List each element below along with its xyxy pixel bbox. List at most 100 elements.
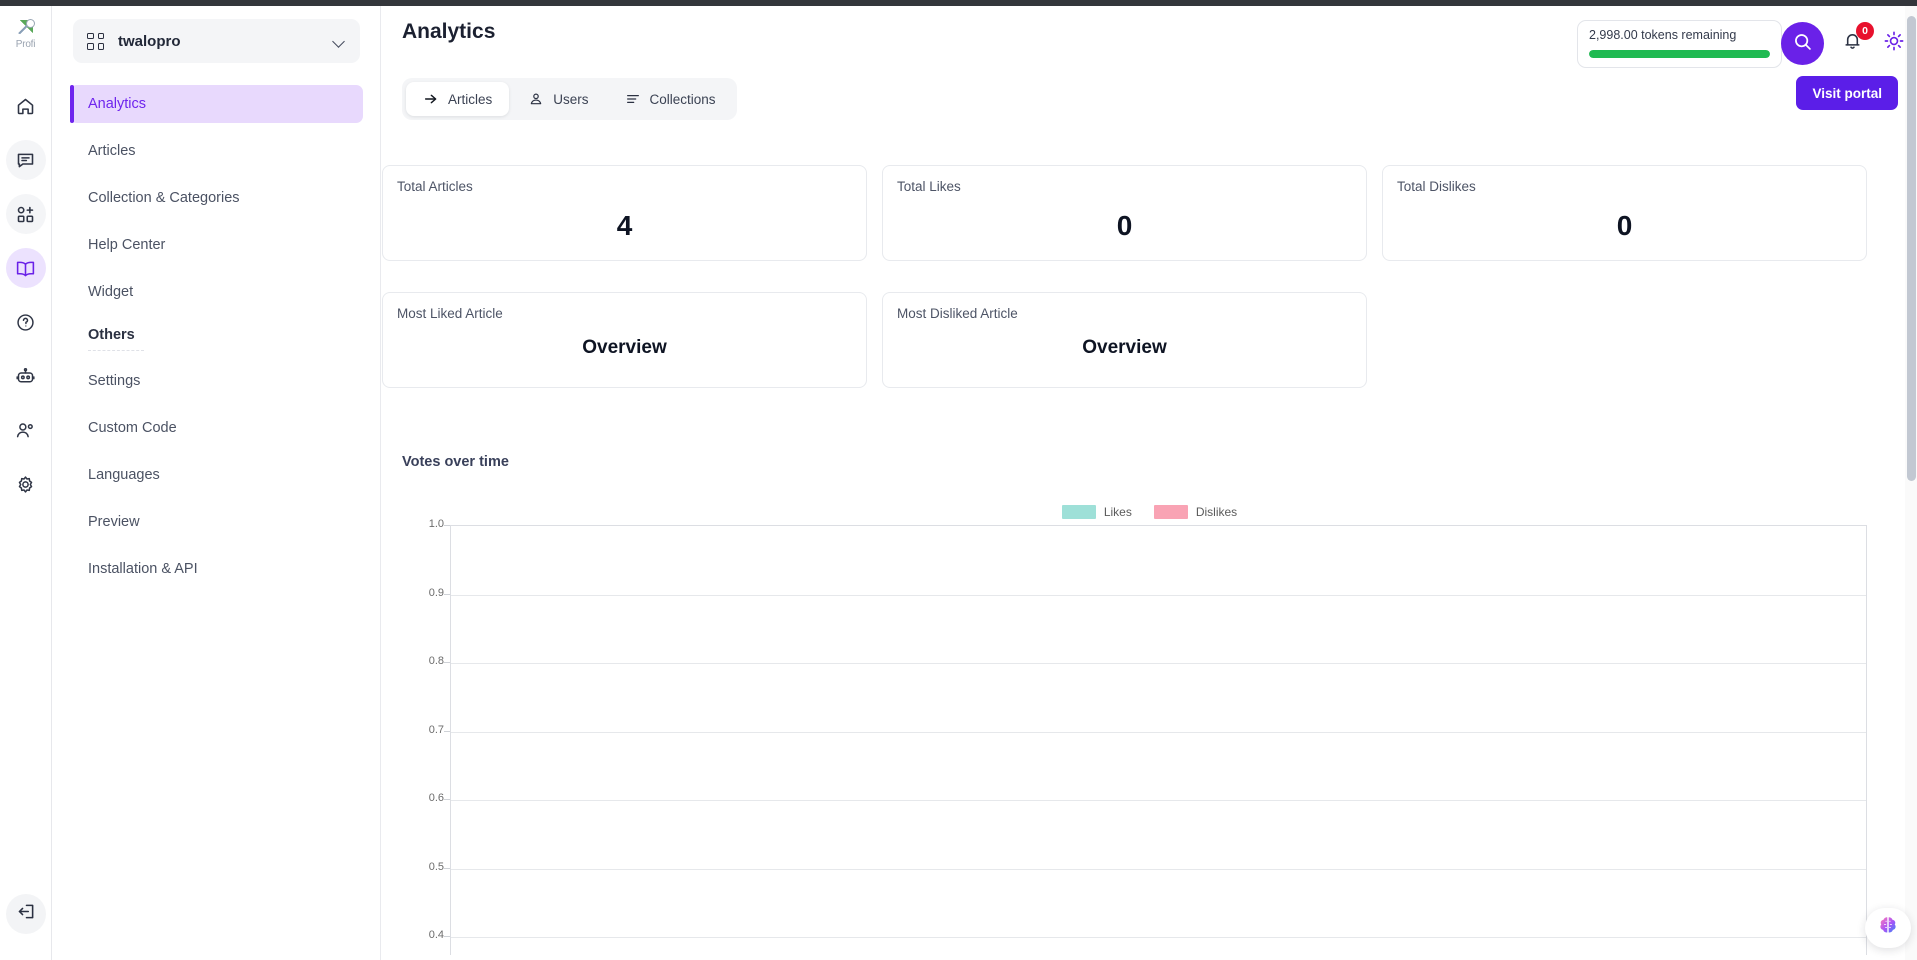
stat-value: 0 — [1116, 210, 1133, 241]
chat-icon — [15, 150, 36, 171]
sidebar-item-label: Languages — [88, 467, 160, 483]
workspace-selector[interactable]: twalopro — [73, 19, 360, 63]
sidebar-item-languages[interactable]: Languages — [70, 456, 363, 494]
book-icon — [15, 258, 36, 279]
sidebar-divider — [88, 350, 144, 351]
visit-portal-button[interactable]: Visit portal — [1796, 76, 1898, 110]
sidebar-item-collection-categories[interactable]: Collection & Categories — [70, 179, 363, 217]
sidebar-item-label: Articles — [88, 143, 136, 159]
sidebar-item-preview[interactable]: Preview — [70, 503, 363, 541]
ai-assistant-widget[interactable] — [1865, 908, 1911, 948]
sidebar: twalopro Analytics Articles Collection &… — [53, 6, 381, 960]
rail-item-home[interactable] — [6, 86, 46, 126]
search-button[interactable] — [1781, 22, 1824, 65]
chart-gridline — [451, 663, 1866, 664]
arrow-icon — [423, 91, 439, 107]
tab-label: Collections — [649, 91, 716, 107]
rail-item-knowledge-base[interactable] — [5, 248, 46, 288]
stat-value: 4 — [616, 210, 633, 241]
icon-rail: Profi — [0, 6, 52, 960]
chart-y-tick-label: 0.5 — [428, 860, 444, 873]
sidebar-item-settings[interactable]: Settings — [70, 362, 363, 400]
stat-card-total-articles: Total Articles 4 — [382, 165, 867, 261]
rail-item-apps[interactable] — [5, 194, 46, 234]
sidebar-item-custom-code[interactable]: Custom Code — [70, 409, 363, 447]
chart-gridline — [451, 800, 1866, 801]
lines-icon — [625, 91, 641, 107]
app-logo[interactable]: Profi — [0, 6, 52, 62]
logout-icon — [16, 901, 37, 927]
chart-y-tick-label: 0.4 — [428, 929, 444, 941]
token-progress-track — [1589, 50, 1770, 58]
chevron-down-icon — [333, 37, 346, 45]
workspace-name: twalopro — [118, 32, 181, 50]
sidebar-item-analytics[interactable]: Analytics — [70, 85, 363, 123]
logout-button[interactable] — [6, 894, 46, 934]
rail-item-contacts[interactable] — [6, 410, 46, 450]
notification-count-badge: 0 — [1856, 22, 1874, 40]
gear-icon — [15, 474, 36, 495]
legend-label: Dislikes — [1195, 505, 1238, 519]
page-scrollbar-thumb[interactable] — [1907, 16, 1916, 481]
sun-icon — [1883, 30, 1905, 57]
stat-card-most-disliked-article: Most Disliked Article Overview — [882, 292, 1367, 388]
rail-item-chat[interactable] — [5, 140, 46, 180]
sidebar-item-label: Installation & API — [88, 561, 198, 577]
sidebar-item-label: Settings — [88, 373, 141, 389]
stat-label: Total Dislikes — [1397, 179, 1476, 194]
sidebar-item-label: Help Center — [88, 237, 166, 253]
stat-value: Overview — [582, 337, 667, 358]
rail-item-help[interactable] — [6, 302, 46, 342]
tab-label: Articles — [448, 91, 493, 107]
stat-card-total-dislikes: Total Dislikes 0 — [1382, 165, 1867, 261]
token-balance-card: 2,998.00 tokens remaining — [1577, 20, 1782, 68]
chart-gridline — [451, 937, 1866, 938]
chart-gridline — [451, 868, 1866, 870]
sidebar-menu: Analytics Articles Collection & Categori… — [53, 85, 380, 588]
rail-item-settings[interactable] — [6, 464, 46, 504]
stat-label: Total Articles — [397, 179, 473, 194]
sidebar-item-label: Collection & Categories — [88, 190, 240, 206]
chart-y-tick-label: 0.7 — [428, 723, 444, 736]
legend-label: Likes — [1103, 505, 1132, 519]
token-balance-text: 2,998.00 tokens remaining — [1589, 28, 1737, 42]
sidebar-item-help-center[interactable]: Help Center — [70, 226, 363, 264]
legend-swatch — [1153, 505, 1188, 519]
sidebar-item-label: Widget — [88, 284, 134, 300]
stat-card-most-liked-article: Most Liked Article Overview — [382, 292, 867, 388]
tab-collections[interactable]: Collections — [608, 82, 733, 116]
page-title: Analytics — [402, 20, 496, 43]
token-progress-fill — [1589, 50, 1770, 58]
people-icon — [15, 420, 36, 441]
rail-item-bot[interactable] — [6, 356, 46, 396]
user-icon — [528, 91, 544, 107]
sidebar-item-installation-api[interactable]: Installation & API — [70, 550, 363, 588]
brain-icon — [1876, 914, 1900, 943]
stat-label: Total Likes — [897, 179, 961, 194]
sidebar-item-label: Custom Code — [88, 420, 177, 436]
tab-label: Users — [553, 91, 589, 107]
sidebar-section-others: Others — [88, 327, 135, 343]
sidebar-item-widget[interactable]: Widget — [70, 273, 363, 311]
main-content: Analytics 2,998.00 tokens remaining 0 Ar… — [382, 6, 1917, 960]
chart-title: Votes over time — [402, 454, 509, 470]
logo-alt-text: Profi — [15, 39, 36, 50]
tab-articles[interactable]: Articles — [406, 82, 510, 116]
analytics-tabs: Articles Users Collections — [402, 78, 737, 120]
chart-y-tick-label: 1.0 — [428, 518, 444, 530]
home-icon — [15, 96, 36, 117]
sidebar-item-label: Preview — [88, 514, 140, 530]
legend-item-dislikes[interactable]: Dislikes — [1153, 505, 1238, 519]
stat-label: Most Liked Article — [397, 306, 503, 321]
sidebar-item-articles[interactable]: Articles — [70, 132, 363, 170]
broken-image-icon — [15, 18, 37, 38]
sidebar-item-label: Analytics — [88, 96, 147, 112]
page-scrollbar-track[interactable] — [1905, 6, 1917, 960]
legend-item-likes[interactable]: Likes — [1061, 505, 1132, 519]
chart-gridline — [451, 594, 1866, 596]
chart-y-tick-label: 0.9 — [428, 586, 444, 599]
stat-value: 0 — [1616, 210, 1633, 241]
stat-card-total-likes: Total Likes 0 — [882, 165, 1367, 261]
chart-gridline — [451, 731, 1866, 733]
tab-users[interactable]: Users — [511, 82, 605, 116]
